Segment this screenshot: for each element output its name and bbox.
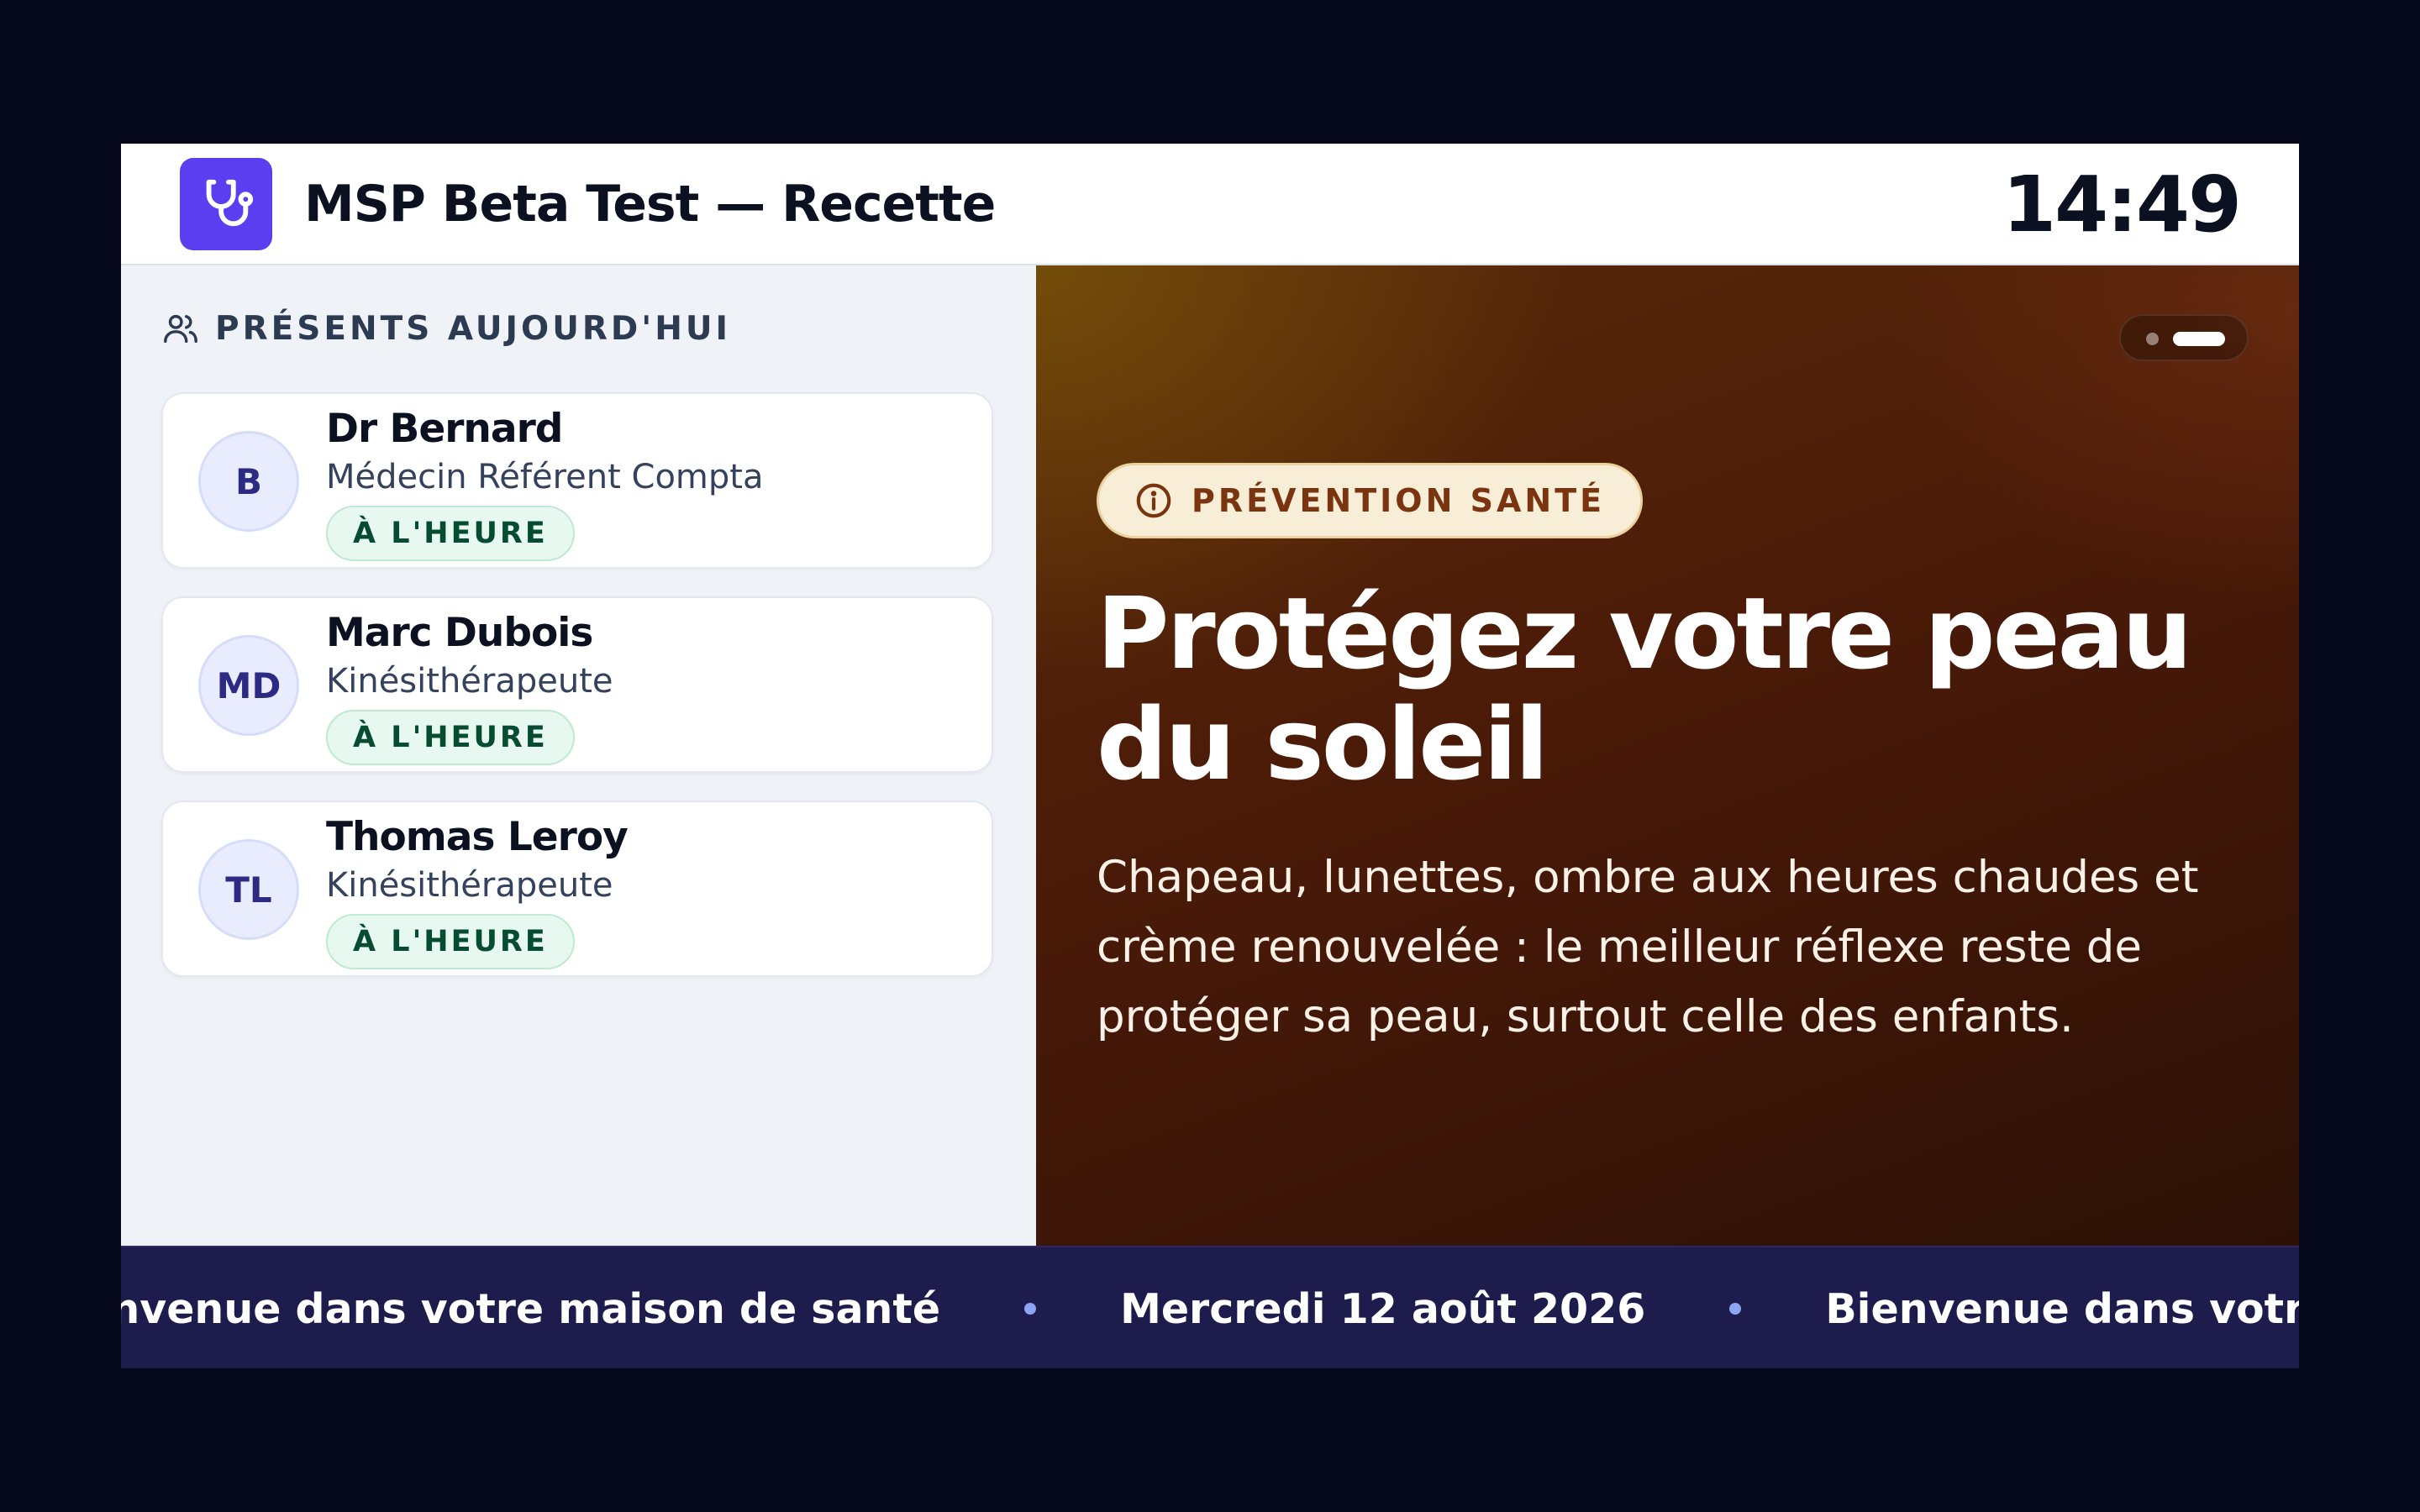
avatar: B bbox=[198, 431, 299, 532]
staff-role: Kinésithérapeute bbox=[326, 662, 613, 701]
status-badge: À L'HEURE bbox=[326, 914, 575, 969]
sidebar-heading-label: PRÉSENTS AUJOURD'HUI bbox=[215, 309, 732, 348]
staff-card: TL Thomas Leroy Kinésithérapeute À L'HEU… bbox=[161, 801, 993, 977]
ticker-item: Bienvenue dans votre maison de santé bbox=[1825, 1284, 2299, 1333]
category-label: PRÉVENTION SANTÉ bbox=[1192, 482, 1606, 519]
news-ticker: Bienvenue dans votre maison de santé Mer… bbox=[121, 1246, 2299, 1368]
ticker-item: Bienvenue dans votre maison de santé bbox=[121, 1284, 941, 1333]
slide-dot-active[interactable] bbox=[2173, 332, 2225, 346]
ticker-item: Mercredi 12 août 2026 bbox=[1120, 1284, 1646, 1333]
staff-name: Thomas Leroy bbox=[326, 814, 629, 860]
avatar: TL bbox=[198, 839, 299, 940]
display-screen: MSP Beta Test — Recette 14:49 PRÉSENTS A… bbox=[121, 144, 2299, 1368]
avatar: MD bbox=[198, 635, 299, 736]
staff-name: Dr Bernard bbox=[326, 406, 563, 452]
slide-dot[interactable] bbox=[2146, 333, 2159, 345]
staff-role: Médecin Référent Compta bbox=[326, 458, 764, 496]
staff-card: MD Marc Dubois Kinésithérapeute À L'HEUR… bbox=[161, 596, 993, 773]
status-badge: À L'HEURE bbox=[326, 506, 575, 561]
staff-card: B Dr Bernard Médecin Référent Compta À L… bbox=[161, 392, 993, 569]
stethoscope-icon bbox=[180, 158, 272, 250]
header-bar: MSP Beta Test — Recette 14:49 bbox=[121, 144, 2299, 265]
status-badge: À L'HEURE bbox=[326, 710, 575, 765]
staff-role: Kinésithérapeute bbox=[326, 866, 613, 905]
staff-name: Marc Dubois bbox=[326, 610, 593, 656]
clock: 14:49 bbox=[2002, 160, 2242, 249]
slide-body: Chapeau, lunettes, ombre aux heures chau… bbox=[1097, 852, 2199, 1042]
info-slide: PRÉVENTION SANTÉ Protégez votre peau du … bbox=[1036, 265, 2299, 1246]
info-icon bbox=[1134, 481, 1173, 520]
ticker-track: Bienvenue dans votre maison de santé Mer… bbox=[121, 1247, 2299, 1368]
staff-list: B Dr Bernard Médecin Référent Compta À L… bbox=[161, 392, 993, 1005]
slide-title: Protégez votre peau du soleil bbox=[1097, 575, 2192, 802]
app-title: MSP Beta Test — Recette bbox=[304, 175, 996, 234]
category-badge: PRÉVENTION SANTÉ bbox=[1097, 463, 1644, 538]
ticker-separator bbox=[1024, 1303, 1037, 1315]
staff-sidebar: PRÉSENTS AUJOURD'HUI B Dr Bernard Médeci… bbox=[121, 265, 1036, 1246]
slide-indicator[interactable] bbox=[2119, 314, 2249, 361]
sidebar-heading: PRÉSENTS AUJOURD'HUI bbox=[161, 307, 731, 349]
ticker-separator bbox=[1729, 1303, 1742, 1315]
users-icon bbox=[161, 309, 200, 348]
